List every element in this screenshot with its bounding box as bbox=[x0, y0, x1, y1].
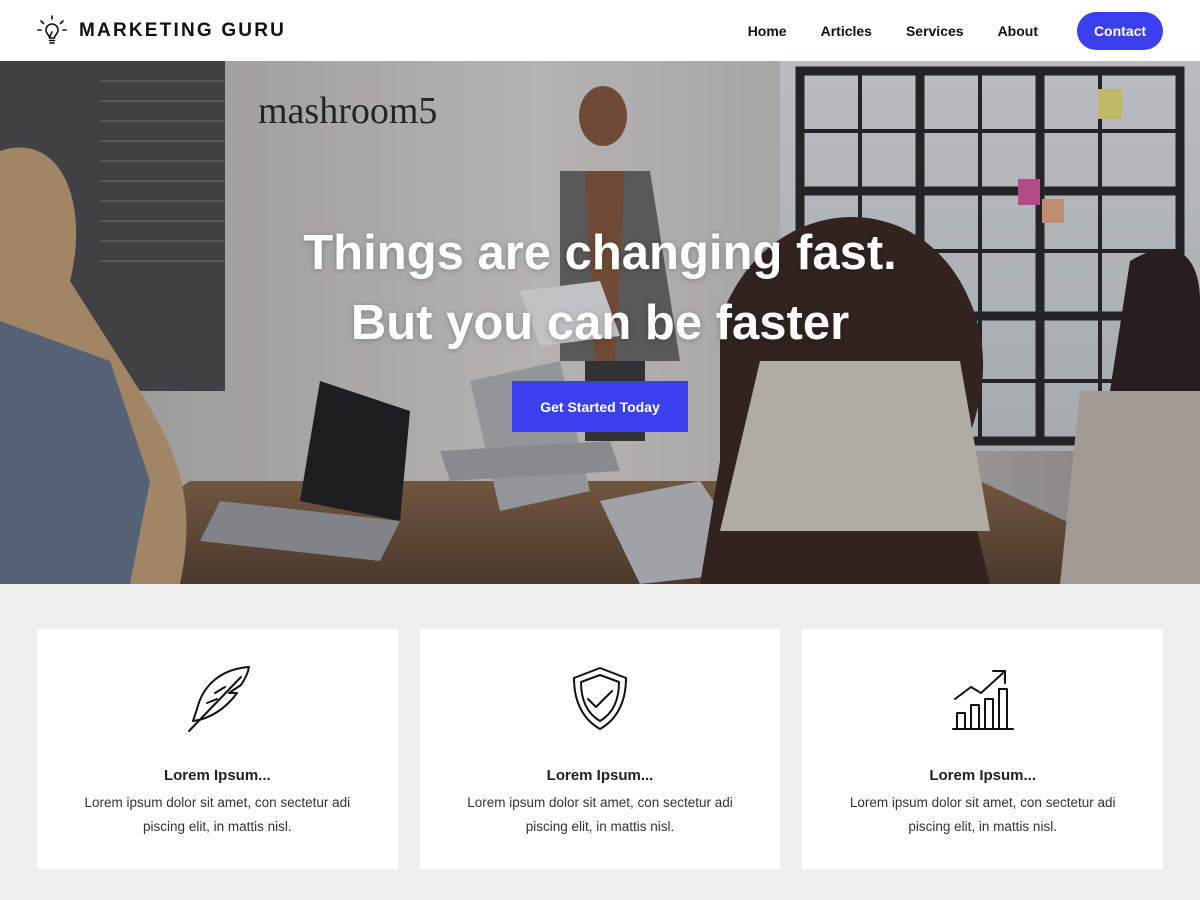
hero-section: mashroom5 Things are changing fast. But … bbox=[0, 61, 1200, 584]
feature-text: Lorem ipsum dolor sit amet, con sectetur… bbox=[84, 795, 351, 834]
feature-title: Lorem Ipsum... bbox=[546, 767, 654, 784]
hero-headline: Things are changing fast. But you can be… bbox=[0, 218, 1200, 358]
nav-articles[interactable]: Articles bbox=[821, 23, 872, 39]
feature-title: Lorem Ipsum... bbox=[163, 767, 271, 784]
feature-text: Lorem ipsum dolor sit amet, con sectetur… bbox=[849, 795, 1116, 834]
nav-services[interactable]: Services bbox=[906, 23, 964, 39]
lightbulb-icon bbox=[37, 14, 67, 47]
feature-card: Lorem Ipsum... Lorem ipsum dolor sit ame… bbox=[419, 629, 781, 869]
feature-text: Lorem ipsum dolor sit amet, con sectetur… bbox=[467, 795, 733, 834]
brand-name: MARKETING GURU bbox=[79, 19, 287, 41]
growth-chart-icon bbox=[947, 663, 1019, 735]
hero-headline-line-1: Things are changing fast. bbox=[303, 226, 897, 280]
hero-headline-line-2: But you can be faster bbox=[350, 296, 850, 350]
get-started-button[interactable]: Get Started Today bbox=[512, 381, 688, 432]
main-nav: Home Articles Services About Contact bbox=[748, 11, 1163, 50]
brand[interactable]: MARKETING GURU bbox=[37, 14, 287, 47]
contact-button[interactable]: Contact bbox=[1077, 11, 1163, 50]
nav-home[interactable]: Home bbox=[748, 23, 787, 39]
feature-title: Lorem Ipsum... bbox=[929, 767, 1037, 784]
features-section: Lorem Ipsum... Lorem ipsum dolor sit ame… bbox=[37, 629, 1164, 869]
feature-card: Lorem Ipsum... Lorem ipsum dolor sit ame… bbox=[37, 629, 398, 869]
feather-icon bbox=[181, 663, 253, 735]
shield-check-icon bbox=[564, 663, 636, 735]
feature-card: Lorem Ipsum... Lorem ipsum dolor sit ame… bbox=[802, 629, 1164, 869]
nav-about[interactable]: About bbox=[998, 23, 1038, 39]
site-header: MARKETING GURU Home Articles Services Ab… bbox=[0, 0, 1200, 61]
